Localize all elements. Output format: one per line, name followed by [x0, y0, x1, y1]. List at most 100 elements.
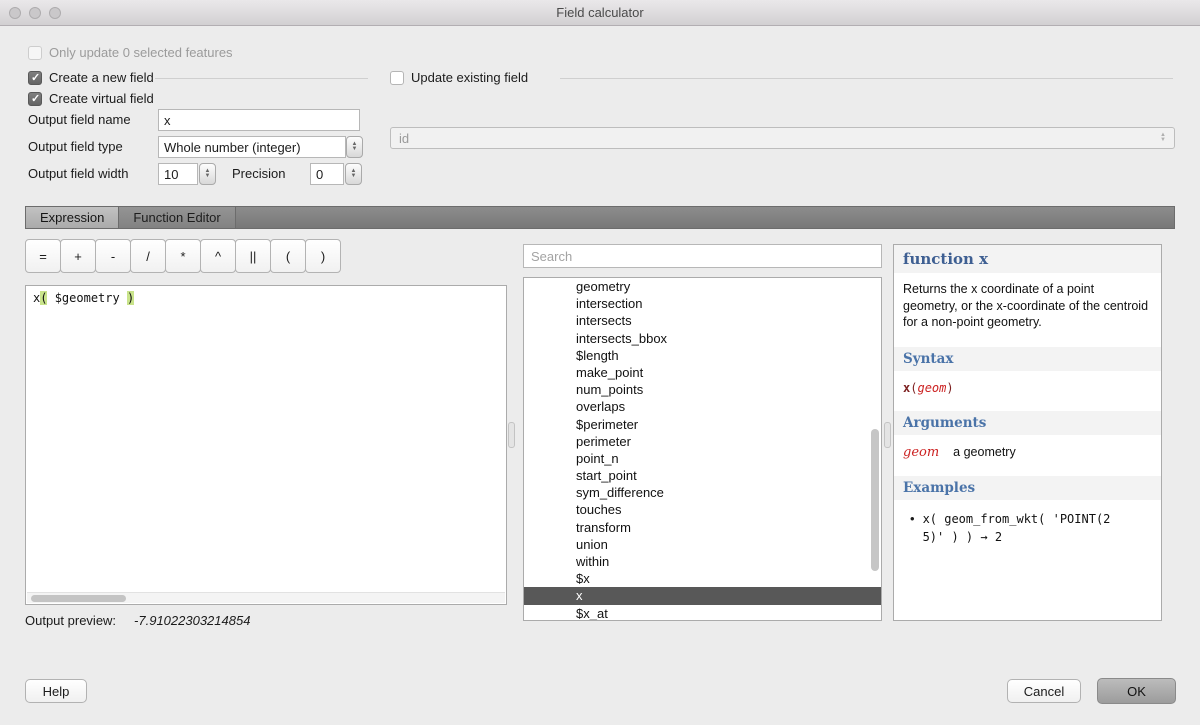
example-result: 2	[995, 530, 1002, 544]
example-code: x( geom_from_wkt( 'POINT(2 5)' ) ) → 2	[923, 510, 1138, 547]
horizontal-scrollbar-thumb[interactable]	[31, 595, 126, 602]
expression-close-paren: )	[127, 291, 134, 305]
output-field-name-row: Output field name	[28, 112, 131, 127]
help-description: Returns the x coordinate of a point geom…	[894, 273, 1161, 341]
operator-button[interactable]: ||	[235, 239, 271, 273]
create-virtual-checkbox[interactable]	[28, 92, 42, 106]
function-list-item[interactable]: union	[524, 536, 881, 553]
precision-stepper-icon[interactable]: ▲▼	[345, 163, 362, 185]
arrow-icon: →	[980, 530, 987, 544]
only-update-label: Only update 0 selected features	[49, 45, 233, 60]
function-list-item[interactable]: geometry	[524, 278, 881, 295]
syntax-close-paren: )	[946, 381, 953, 395]
create-new-field-label: Create a new field	[49, 70, 154, 85]
function-list-item[interactable]: within	[524, 553, 881, 570]
output-field-type-select[interactable]: Whole number (integer)	[158, 136, 346, 158]
syntax-heading: Syntax	[894, 347, 1161, 371]
output-preview-value: -7.91022303214854	[134, 613, 250, 628]
function-list-item[interactable]: make_point	[524, 364, 881, 381]
operator-button[interactable]: )	[305, 239, 341, 273]
operator-row: =+-/*^||()	[25, 239, 340, 273]
tab-expression[interactable]: Expression	[26, 207, 119, 228]
only-update-checkbox[interactable]	[28, 46, 42, 60]
output-field-name-label: Output field name	[28, 112, 131, 127]
syntax-code: x(geom)	[894, 371, 1161, 405]
tab-function-editor-label: Function Editor	[133, 210, 220, 225]
output-field-width-label: Output field width	[28, 166, 128, 181]
precision-label: Precision	[232, 166, 285, 181]
argument-description: a geometry	[953, 445, 1016, 459]
existing-field-value: id	[399, 131, 409, 146]
cancel-button[interactable]: Cancel	[1007, 679, 1081, 703]
precision-input[interactable]	[310, 163, 344, 185]
help-title: function x	[894, 245, 1161, 273]
search-input[interactable]	[523, 244, 882, 268]
group-separator-right	[560, 78, 1173, 79]
create-new-field-row: Create a new field	[28, 70, 154, 85]
existing-field-select[interactable]: id ▲▼	[390, 127, 1175, 149]
argument-row: geom a geometry	[894, 435, 1161, 470]
create-virtual-label: Create virtual field	[49, 91, 154, 106]
output-field-type-value: Whole number (integer)	[164, 140, 301, 155]
output-field-name-input[interactable]	[158, 109, 360, 131]
tab-bar: Expression Function Editor	[25, 206, 1175, 229]
ok-button[interactable]: OK	[1097, 678, 1176, 704]
bullet-icon: •	[910, 510, 915, 547]
function-list-item[interactable]: $length	[524, 347, 881, 364]
operator-button[interactable]: ^	[200, 239, 236, 273]
vertical-scrollbar-thumb[interactable]	[871, 429, 879, 571]
arguments-heading: Arguments	[894, 411, 1161, 435]
function-list-item[interactable]: overlaps	[524, 398, 881, 415]
function-list-item[interactable]: $x_at	[524, 605, 881, 621]
operator-button[interactable]: +	[60, 239, 96, 273]
argument-name: geom	[903, 445, 939, 460]
function-list-item[interactable]: transform	[524, 519, 881, 536]
function-list-item[interactable]: intersects_bbox	[524, 330, 881, 347]
function-list-item[interactable]: num_points	[524, 381, 881, 398]
output-field-type-label: Output field type	[28, 139, 123, 154]
output-field-width-stepper-icon[interactable]: ▲▼	[199, 163, 216, 185]
update-existing-field-row: Update existing field	[390, 70, 528, 85]
example-expression: x( geom_from_wkt( 'POINT(2 5)' ) )	[923, 512, 1111, 545]
operator-button[interactable]: *	[165, 239, 201, 273]
chevron-up-down-icon: ▲▼	[1160, 133, 1166, 143]
help-button[interactable]: Help	[25, 679, 87, 703]
example-item: • x( geom_from_wkt( 'POINT(2 5)' ) ) → 2	[894, 500, 1161, 557]
function-list-item[interactable]: intersection	[524, 295, 881, 312]
only-update-row: Only update 0 selected features	[28, 45, 233, 60]
function-list-item[interactable]: perimeter	[524, 433, 881, 450]
function-list[interactable]: geometryintersectionintersectsintersects…	[523, 277, 882, 621]
output-field-type-row: Output field type	[28, 139, 123, 154]
tab-expression-label: Expression	[40, 210, 104, 225]
operator-button[interactable]: (	[270, 239, 306, 273]
function-help-panel: function x Returns the x coordinate of a…	[893, 244, 1162, 621]
tab-function-editor[interactable]: Function Editor	[119, 207, 235, 228]
operator-button[interactable]: -	[95, 239, 131, 273]
function-list-item[interactable]: point_n	[524, 450, 881, 467]
operator-button[interactable]: =	[25, 239, 61, 273]
expression-editor[interactable]: x( $geometry )	[25, 285, 507, 605]
horizontal-scrollbar[interactable]	[27, 592, 505, 603]
function-list-item[interactable]: $x	[524, 570, 881, 587]
function-list-item[interactable]: x	[524, 587, 881, 604]
function-list-item[interactable]: $perimeter	[524, 416, 881, 433]
function-list-item[interactable]: start_point	[524, 467, 881, 484]
operator-button[interactable]: /	[130, 239, 166, 273]
title-bar[interactable]: Field calculator	[0, 0, 1200, 26]
panel-splitter-left[interactable]	[508, 422, 515, 448]
function-list-item[interactable]: intersects	[524, 312, 881, 329]
panel-splitter-right[interactable]	[884, 422, 891, 448]
output-field-width-input[interactable]	[158, 163, 198, 185]
update-existing-checkbox[interactable]	[390, 71, 404, 85]
expression-code: x( $geometry )	[26, 286, 506, 310]
output-preview-label: Output preview:	[25, 613, 116, 628]
function-list-item[interactable]: sym_difference	[524, 484, 881, 501]
create-new-field-checkbox[interactable]	[28, 71, 42, 85]
precision-row: Precision	[232, 166, 285, 181]
output-preview: Output preview: -7.91022303214854	[25, 613, 250, 628]
examples-heading: Examples	[894, 476, 1161, 500]
function-list-item[interactable]: touches	[524, 501, 881, 518]
output-field-type-stepper-icon[interactable]: ▲▼	[346, 136, 363, 158]
output-field-width-row: Output field width	[28, 166, 128, 181]
group-separator-left	[155, 78, 368, 79]
